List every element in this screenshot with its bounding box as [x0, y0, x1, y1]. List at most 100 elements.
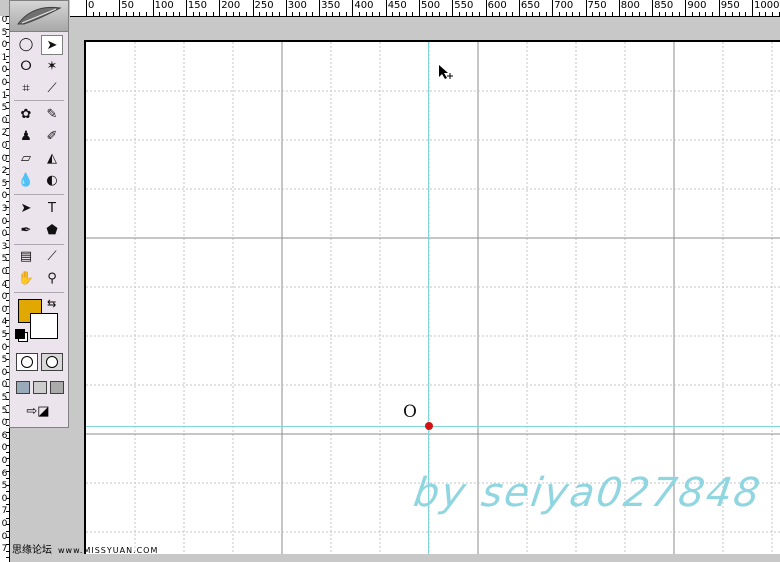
ruler-minor-tick	[6, 537, 9, 539]
default-colors-icon[interactable]	[15, 329, 25, 339]
ruler-major-tick	[518, 0, 520, 16]
ruler-minor-tick	[771, 12, 773, 16]
ruler-minor-tick	[725, 12, 727, 16]
ruler-digit: 0	[1, 16, 8, 25]
blur-icon[interactable]: 💧	[15, 171, 37, 191]
ruler-digit: 0	[1, 292, 8, 303]
ruler-minor-tick	[672, 12, 674, 16]
ruler-minor-tick	[6, 517, 9, 519]
ruler-minor-tick	[6, 471, 9, 473]
ruler-major-tick	[319, 0, 321, 16]
ruler-minor-tick	[199, 12, 201, 16]
site-footer: 思缘论坛 www.MISSYUAN.COM	[12, 541, 158, 556]
ruler-minor-tick	[598, 12, 600, 16]
ruler-minor-tick	[6, 464, 9, 466]
clone-stamp-icon[interactable]: ♟	[15, 127, 37, 147]
ruler-minor-tick	[698, 12, 700, 16]
site-name: 思缘论坛	[12, 545, 52, 556]
ruler-minor-tick	[6, 504, 9, 506]
ruler-minor-tick	[445, 12, 447, 16]
horizontal-ruler[interactable]: 0 50 100 150 200 250 300 350 400 450 500 550 600 650 7…	[70, 0, 780, 17]
ruler-minor-tick	[732, 12, 734, 16]
ruler-minor-tick	[239, 12, 241, 16]
ruler-tick-label: 700	[554, 0, 574, 11]
ruler-major-tick	[419, 0, 420, 16]
ruler-minor-tick	[6, 438, 9, 440]
jump-to-imageready-button[interactable]: ⇨◪	[18, 403, 58, 419]
swap-colors-icon[interactable]: ⇆	[47, 297, 56, 310]
ruler-minor-tick	[305, 12, 307, 16]
ruler-tick-label: 400	[354, 0, 374, 11]
path-selection-icon[interactable]: ➤	[15, 199, 37, 219]
ruler-minor-tick	[112, 12, 114, 16]
ruler-minor-tick	[492, 12, 494, 16]
ruler-minor-tick	[232, 12, 234, 16]
ruler-minor-tick	[6, 458, 9, 460]
ruler-minor-tick	[658, 12, 660, 16]
ruler-minor-tick	[705, 12, 707, 16]
ruler-tick-label: 500	[421, 0, 441, 11]
type-icon[interactable]: T	[41, 199, 63, 219]
ruler-digit: 4	[1, 279, 8, 290]
move-cursor-icon	[439, 65, 453, 79]
ruler-minor-tick	[245, 12, 247, 16]
ruler-major-tick	[119, 0, 121, 16]
ruler-digit: 0	[1, 153, 8, 164]
screen-mode-menu-button[interactable]	[33, 381, 47, 394]
ruler-minor-tick	[512, 12, 514, 16]
ruler-digit: 0	[1, 78, 8, 88]
screen-mode-standard-button[interactable]	[16, 381, 30, 394]
ruler-minor-tick	[125, 12, 127, 16]
ruler-major-tick	[285, 0, 287, 16]
screen-mode-full-button[interactable]	[50, 381, 64, 394]
brush-icon[interactable]: ✎	[41, 105, 63, 125]
magic-wand-icon[interactable]: ✶	[41, 57, 63, 77]
ruler-minor-tick	[145, 12, 147, 16]
shape-icon[interactable]: ⬟	[41, 221, 63, 241]
ruler-minor-tick	[432, 12, 434, 16]
background-color-swatch[interactable]	[30, 313, 58, 339]
ruler-minor-tick	[532, 12, 534, 16]
pen-icon[interactable]: ✒	[15, 221, 37, 241]
dodge-icon[interactable]: ◐	[41, 171, 63, 191]
ruler-minor-tick	[458, 12, 460, 16]
ruler-minor-tick	[6, 445, 9, 446]
palette-header[interactable]	[10, 1, 68, 32]
lasso-icon[interactable]: ⵔ	[15, 57, 37, 77]
hand-icon[interactable]: ✋	[15, 269, 37, 289]
ruler-minor-tick	[399, 12, 401, 16]
ruler-minor-tick	[665, 12, 667, 16]
ruler-minor-tick	[6, 497, 9, 499]
ruler-minor-tick	[6, 491, 9, 493]
elliptical-marquee-icon[interactable]: ◯	[15, 35, 37, 55]
document-canvas[interactable]: O by seiya027848	[84, 40, 780, 554]
horizontal-guide[interactable]	[86, 426, 780, 427]
ruler-major-tick	[685, 0, 687, 16]
slice-icon[interactable]: ⟋	[41, 79, 63, 99]
ruler-minor-tick	[525, 12, 527, 16]
ruler-minor-tick	[6, 557, 9, 559]
notes-icon[interactable]: ▤	[15, 247, 37, 267]
ruler-tick-label: 50	[121, 0, 135, 11]
ruler-major-tick	[552, 0, 554, 16]
healing-brush-icon[interactable]: ✿	[15, 105, 37, 125]
ruler-minor-tick	[6, 524, 9, 526]
feather-logo-icon[interactable]	[16, 4, 62, 28]
ruler-minor-tick	[612, 12, 614, 16]
crop-icon[interactable]: ⌗	[15, 79, 37, 99]
ruler-minor-tick	[179, 12, 181, 16]
ruler-major-tick	[485, 0, 487, 16]
move-icon[interactable]: ➤	[41, 35, 63, 55]
quick-mask-button[interactable]	[41, 353, 63, 371]
eyedropper-icon[interactable]: ⟋	[41, 247, 63, 267]
ruler-minor-tick	[645, 12, 647, 16]
ruler-minor-tick	[6, 530, 9, 532]
eraser-icon[interactable]: ▱	[15, 149, 37, 169]
standard-mode-button[interactable]	[16, 353, 38, 371]
ruler-major-tick	[752, 0, 753, 16]
zoom-icon[interactable]: ⚲	[41, 269, 63, 289]
paint-bucket-icon[interactable]: ◭	[41, 149, 63, 169]
ruler-minor-tick	[6, 478, 9, 479]
history-brush-icon[interactable]: ✐	[41, 127, 63, 147]
ruler-minor-tick	[359, 12, 361, 16]
